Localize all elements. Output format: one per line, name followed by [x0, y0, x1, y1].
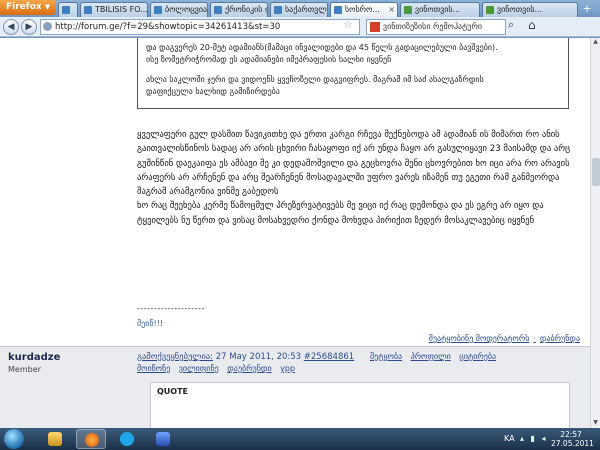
chevron-down-icon: ▼: [44, 3, 51, 11]
search-engine-icon[interactable]: [370, 22, 380, 32]
forward-button[interactable]: ▶: [21, 19, 37, 35]
firefox-icon: [85, 433, 99, 447]
search-placeholder: ვინთიზეზისი რემოჰატური: [383, 22, 482, 31]
url-bar[interactable]: http://forum.ge/?f=29&showtopic=34261413…: [40, 19, 360, 35]
search-input[interactable]: ვინთიზეზისი რემოჰატური: [366, 19, 506, 35]
close-icon[interactable]: ×: [388, 3, 395, 16]
back-button[interactable]: ◀: [3, 19, 19, 35]
tab-5-active[interactable]: სოსრო... ×: [330, 2, 398, 17]
post-number-link[interactable]: #25684861: [304, 352, 354, 362]
back-link[interactable]: დაბრუნდა: [540, 334, 580, 343]
clock[interactable]: 22:57 27.05.2011: [551, 430, 594, 448]
scroll-thumb[interactable]: [592, 158, 600, 186]
bookmark-star-icon[interactable]: ☆: [343, 18, 353, 31]
page-icon: [486, 6, 494, 14]
signature-divider: --------------------: [137, 304, 205, 313]
home-icon[interactable]: ⌂: [528, 18, 536, 32]
clock-time: 22:57: [560, 430, 582, 439]
vertical-scrollbar[interactable]: ▲ ▼: [590, 38, 600, 428]
tab-label: ქრონიკის ფ...: [225, 5, 267, 14]
quote-line: ისე ზომეტრიჭრომად ეს ადამიანები იმეპრაფე…: [146, 55, 392, 64]
tab-3[interactable]: ქრონიკის ფ...: [210, 2, 268, 17]
taskbar-app-firefox[interactable]: [76, 429, 106, 449]
post-actions-primary: შეტყობა პროფილი ციტირება: [370, 352, 502, 361]
action-link[interactable]: დაუბრუნდი: [227, 364, 271, 373]
arrow-left-icon: ◀: [7, 22, 15, 32]
tray-icons[interactable]: ▴ ▮ ◂: [520, 434, 548, 443]
tab-label: ბოლოცვია...: [165, 5, 208, 14]
new-tab-button[interactable]: +: [580, 3, 594, 16]
action-link[interactable]: ვილიფინე: [179, 364, 219, 373]
quote-line: დაფიქცულა ხალხიდ გამიზირდება: [146, 87, 280, 96]
quote-line: და დაგვერეს 20-მეტ ადამიანს(მამაცი ინვალ…: [146, 43, 498, 52]
post-body: ყველაფერი გულ დასმით წავიკითხე და ერთი კ…: [137, 128, 582, 228]
quote-block: და დაგვერეს 20-მეტ ადამიანს(მამაცი ინვალ…: [137, 38, 569, 109]
tab-2[interactable]: ბოლოცვია...: [150, 2, 208, 17]
tab-label: საქართვლ...: [285, 5, 327, 14]
post-links: შეატყობინე მოდერატორს · დაბრუნდა: [429, 334, 580, 343]
clock-date: 27.05.2011: [551, 439, 594, 448]
post-username[interactable]: kurdadze: [8, 352, 60, 363]
page-icon: [214, 6, 222, 14]
taskbar-app-media[interactable]: [148, 429, 178, 449]
page-icon: [404, 6, 412, 14]
scroll-down-icon[interactable]: ▼: [591, 419, 600, 428]
post-paragraph: ყველაფერი გულ დასმით წავიკითხე და ერთი კ…: [137, 130, 571, 198]
post-actions-secondary: მოიწონე ვილიფინე დაუბრუნდი ypp: [137, 364, 301, 373]
tab-0[interactable]: [58, 2, 78, 17]
firefox-menu-button[interactable]: Firefox ▼: [0, 0, 56, 15]
tab-label: ვინოთვის...: [415, 5, 461, 14]
post-user-role: Member: [8, 365, 41, 374]
post-date: გამოქვეყნებულია: 27 May 2011, 20:53 #256…: [137, 352, 354, 362]
action-link[interactable]: პროფილი: [411, 352, 451, 361]
post-date-value: 27 May 2011, 20:53: [215, 352, 302, 362]
action-link[interactable]: ypp: [280, 364, 295, 373]
scroll-up-icon[interactable]: ▲: [591, 38, 600, 47]
page-icon: [274, 6, 282, 14]
tab-1[interactable]: TBILISIS FO...: [80, 2, 148, 17]
url-text: http://forum.ge/?f=29&showtopic=34261413…: [55, 22, 281, 32]
post-paragraph: ხო რაც შეეხება კერმე წამოცმულ პრეზერვატი…: [137, 201, 544, 226]
quote-paragraph: და დაგვერეს 20-მეტ ადამიანს(მამაცი ინვალ…: [146, 42, 560, 66]
start-button[interactable]: [4, 429, 24, 449]
post-row: kurdadze Member გამოქვეყნებულია: 27 May …: [0, 346, 590, 428]
quote-paragraph: ახლა საკლოში ჯერი და ვიდოენს ყვეჩოზელი დ…: [146, 74, 560, 98]
page-icon: [154, 6, 162, 14]
skype-icon: [120, 432, 134, 446]
separator: ·: [533, 334, 536, 343]
report-moderator-link[interactable]: შეატყობინე მოდერატორს: [429, 334, 530, 343]
tab-label: ვინოთვის...: [497, 5, 543, 14]
taskbar: KA ▴ ▮ ◂ 22:57 27.05.2011: [0, 428, 600, 450]
action-link[interactable]: მოიწონე: [137, 364, 170, 373]
signature-text: მეიწ!!!: [137, 319, 164, 328]
page-icon: [334, 6, 342, 14]
post-date-label[interactable]: გამოქვეყნებულია:: [137, 352, 213, 362]
action-link[interactable]: ციტირება: [459, 352, 496, 361]
tab-label: სოსრო...: [345, 5, 380, 14]
tab-4[interactable]: საქართვლ...: [270, 2, 328, 17]
search-icon[interactable]: ⌕: [508, 18, 514, 32]
firefox-menu-label: Firefox: [6, 2, 42, 12]
quote-label: QUOTE: [157, 387, 189, 396]
tab-7[interactable]: ვინოთვის...: [482, 2, 578, 17]
taskbar-app-skype[interactable]: [112, 429, 142, 449]
action-link[interactable]: შეტყობა: [370, 352, 402, 361]
page-content: და დაგვერეს 20-მეტ ადამიანს(მამაცი ინვალ…: [0, 38, 590, 428]
navigation-bar: ◀ ▶ http://forum.ge/?f=29&showtopic=3426…: [0, 17, 600, 37]
tab-label: TBILISIS FO...: [95, 5, 148, 14]
site-identity-icon: [43, 22, 52, 31]
page-icon: [62, 6, 70, 14]
folder-icon: [48, 432, 62, 446]
page-icon: [84, 6, 92, 14]
arrow-right-icon: ▶: [25, 22, 33, 32]
media-player-icon: [156, 432, 170, 446]
tab-strip: Firefox▼ TBILISIS FO... ბოლოცვია... ქრონ…: [0, 0, 600, 17]
quote-line: ახლა საკლოში ჯერი და ვიდოენს ყვეჩოზელი დ…: [146, 75, 484, 84]
quote-block: QUOTE: [150, 382, 570, 428]
tab-6[interactable]: ვინოთვის...: [400, 2, 480, 17]
language-indicator[interactable]: KA: [504, 434, 515, 443]
taskbar-app-explorer[interactable]: [40, 429, 70, 449]
